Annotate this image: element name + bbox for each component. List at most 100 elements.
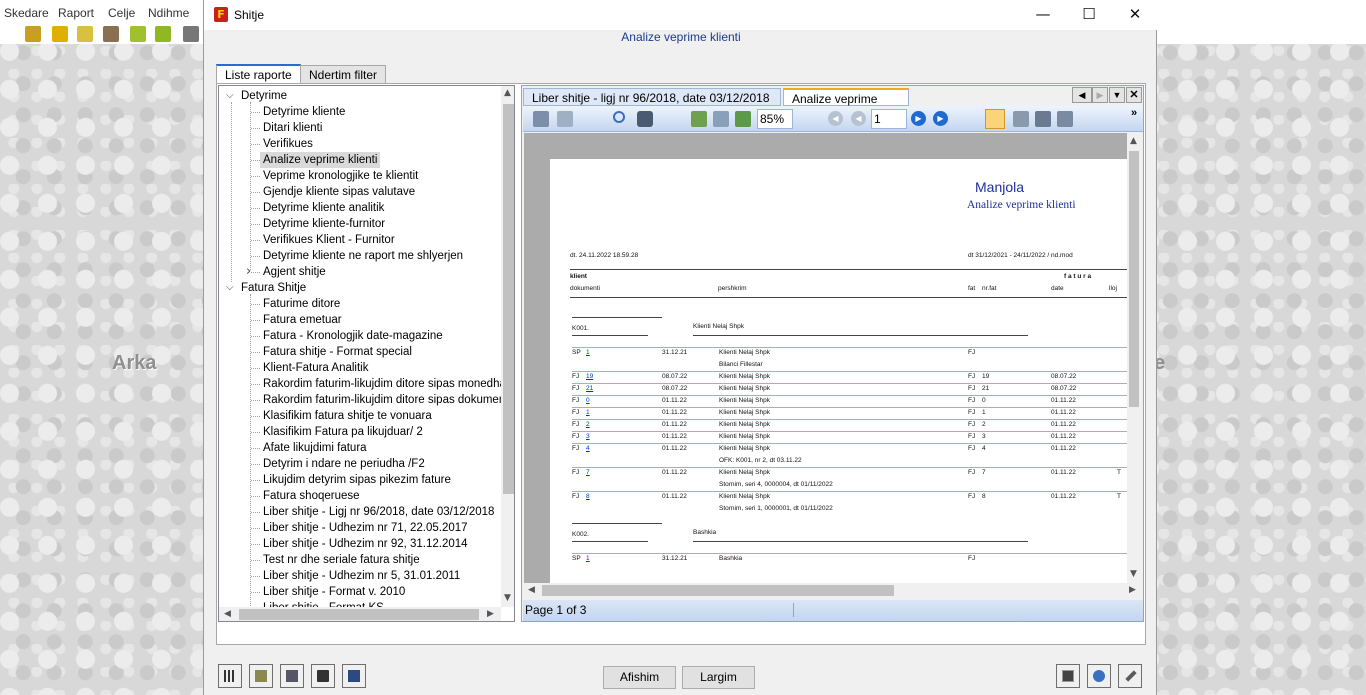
tree-vertical-scrollbar[interactable]: ▲ ▼ <box>501 86 514 607</box>
scroll-right-arrow[interactable]: ▶ <box>487 609 494 619</box>
row-doc-nr[interactable]: 21 <box>586 385 593 392</box>
group-icon[interactable] <box>77 26 93 42</box>
fit-width-icon[interactable] <box>713 111 729 127</box>
report-horizontal-scrollbar[interactable]: ◀ ▶ <box>524 583 1141 598</box>
row-doc-nr[interactable]: 7 <box>586 469 590 476</box>
next-page-icon[interactable]: ▶ <box>911 111 926 126</box>
report-period: dt 31/12/2021 - 24/11/2022 / nd.mod <box>968 252 1073 259</box>
row-doc-nr[interactable]: 2 <box>586 421 590 428</box>
menu-raport[interactable]: Raport <box>58 6 94 20</box>
minimize-button[interactable]: — <box>1020 0 1066 30</box>
save-button[interactable] <box>311 664 335 688</box>
config-button[interactable] <box>280 664 304 688</box>
users-button[interactable] <box>1087 664 1111 688</box>
page-icon[interactable] <box>183 26 199 42</box>
tree-horizontal-thumb[interactable] <box>239 609 479 620</box>
grid-button[interactable] <box>218 664 242 688</box>
tab-close-icon[interactable]: ✕ <box>1126 87 1142 103</box>
report-viewer[interactable]: Manjola Analize veprime klienti dt. 24.1… <box>524 133 1141 583</box>
scroll-up-arrow[interactable]: ▲ <box>504 88 511 98</box>
multi-page-view-icon[interactable] <box>1057 111 1073 127</box>
prev-page-icon[interactable]: ◀ <box>851 111 866 126</box>
row-nrfat: 0 <box>982 397 986 404</box>
row-doc-nr[interactable]: 1 <box>586 409 590 416</box>
report-rule <box>572 335 648 336</box>
tab-scroll-left-icon[interactable]: ◀ <box>1072 87 1092 103</box>
export-button[interactable] <box>342 664 366 688</box>
tab-scroll-right-icon[interactable]: ▶ <box>1092 87 1108 103</box>
close-button[interactable]: ✕ <box>1112 0 1158 30</box>
row-doc-nr[interactable]: 1 <box>586 555 590 562</box>
chevron-right-icon[interactable]: › <box>246 264 251 280</box>
toolbar-overflow-button[interactable]: » <box>1131 107 1137 119</box>
tree-item-label: Agjent shitje <box>263 266 326 278</box>
largim-button[interactable]: Largim <box>682 666 755 689</box>
scroll-down-arrow[interactable]: ▼ <box>504 593 511 603</box>
report-scroll-left-arrow[interactable]: ◀ <box>528 585 535 595</box>
report-scroll-down-arrow[interactable]: ▼ <box>1130 569 1137 579</box>
row-doc-nr[interactable]: 8 <box>586 493 590 500</box>
menu-celje[interactable]: Celje <box>108 6 135 20</box>
row-doc-nr[interactable]: 4 <box>586 445 590 452</box>
last-page-icon[interactable]: ▶ <box>933 111 948 126</box>
users-icon[interactable] <box>52 26 68 42</box>
title-bar[interactable]: F Shitje — ☐ ✕ <box>204 0 1158 30</box>
wrench-icon <box>1125 670 1137 682</box>
scroll-left-arrow[interactable]: ◀ <box>224 609 231 619</box>
folder-open-icon[interactable] <box>155 26 171 42</box>
tree-item-label: Rakordim faturim-likujdim ditore sipas m… <box>263 378 515 390</box>
tree-item-label: Likujdim detyrim sipas pikezim fature <box>263 474 451 486</box>
row-date: 01.11.22 <box>662 445 687 452</box>
config-icon <box>286 670 298 682</box>
continuous-view-icon[interactable] <box>1013 111 1029 127</box>
report-vertical-thumb[interactable] <box>1129 151 1139 407</box>
page-number-input[interactable]: 1 <box>871 109 907 129</box>
report-scroll-up-arrow[interactable]: ▲ <box>1130 136 1137 146</box>
page-view-icon[interactable] <box>691 111 707 127</box>
tree-item-label: Rakordim faturim-likujdim ditore sipas d… <box>263 394 515 406</box>
binoculars-icon[interactable] <box>637 111 653 127</box>
report-tab-analize[interactable]: Analize veprime klienti <box>783 88 909 120</box>
tree-vertical-thumb[interactable] <box>503 104 514 494</box>
row-nrfat: 8 <box>982 493 986 500</box>
row-date: 01.11.22 <box>662 493 687 500</box>
find-icon[interactable] <box>613 111 625 123</box>
tools-button[interactable] <box>1118 664 1142 688</box>
print-icon[interactable] <box>533 111 549 127</box>
whole-page-icon[interactable] <box>735 111 751 127</box>
single-page-view-icon[interactable] <box>985 109 1005 129</box>
report-tree[interactable]: ⌵ Detyrime Detyrime kliente Ditari klienti V… <box>218 85 515 622</box>
folder-up-icon[interactable] <box>130 26 146 42</box>
tab-liste-raporte[interactable]: Liste raporte <box>216 64 301 84</box>
report-status-bar: Page 1 of 3 <box>523 600 1143 621</box>
report-horizontal-thumb[interactable] <box>542 585 894 596</box>
afishim-button[interactable]: Afishim <box>603 666 676 689</box>
menu-ndihme[interactable]: Ndihme <box>148 6 189 20</box>
chevron-down-icon[interactable]: ⌵ <box>226 280 234 296</box>
tab-ndertim-filter[interactable]: Ndertim filter <box>300 65 387 84</box>
tools-icon[interactable] <box>103 26 119 42</box>
row-fat: FJ <box>968 469 976 476</box>
two-page-view-icon[interactable] <box>1035 111 1051 127</box>
row-fat-date: 01.11.22 <box>1051 421 1076 428</box>
maximize-button[interactable]: ☐ <box>1066 0 1112 30</box>
first-page-icon[interactable]: ◀ <box>828 111 843 126</box>
row-doc-nr[interactable]: 19 <box>586 373 593 380</box>
chevron-down-icon[interactable]: ⌵ <box>226 88 234 104</box>
tab-list-chevron-down-icon[interactable]: ▼ <box>1109 87 1125 103</box>
tree-horizontal-scrollbar[interactable]: ◀ ▶ <box>219 607 501 621</box>
tree-item-label: Klasifikim fatura shitje te vonuara <box>263 410 432 422</box>
report-vertical-scrollbar[interactable]: ▲ ▼ <box>1127 133 1141 583</box>
page-setup-icon[interactable] <box>557 111 573 127</box>
row-doc-nr[interactable]: 3 <box>586 433 590 440</box>
copy-button[interactable] <box>1056 664 1080 688</box>
row-doc-nr[interactable]: 0 <box>586 397 590 404</box>
menu-skedare[interactable]: Skedare <box>4 6 49 20</box>
report-scroll-right-arrow[interactable]: ▶ <box>1129 585 1136 595</box>
ledger-icon[interactable] <box>25 26 41 42</box>
row-doc-nr[interactable]: 1 <box>586 349 590 356</box>
zoom-input[interactable]: 85% <box>757 109 793 129</box>
report-tab-liber-shitje[interactable]: Liber shitje - ligj nr 96/2018, date 03/… <box>523 88 781 119</box>
report-edit-button[interactable] <box>249 664 273 688</box>
row-fat: FJ <box>968 555 976 562</box>
